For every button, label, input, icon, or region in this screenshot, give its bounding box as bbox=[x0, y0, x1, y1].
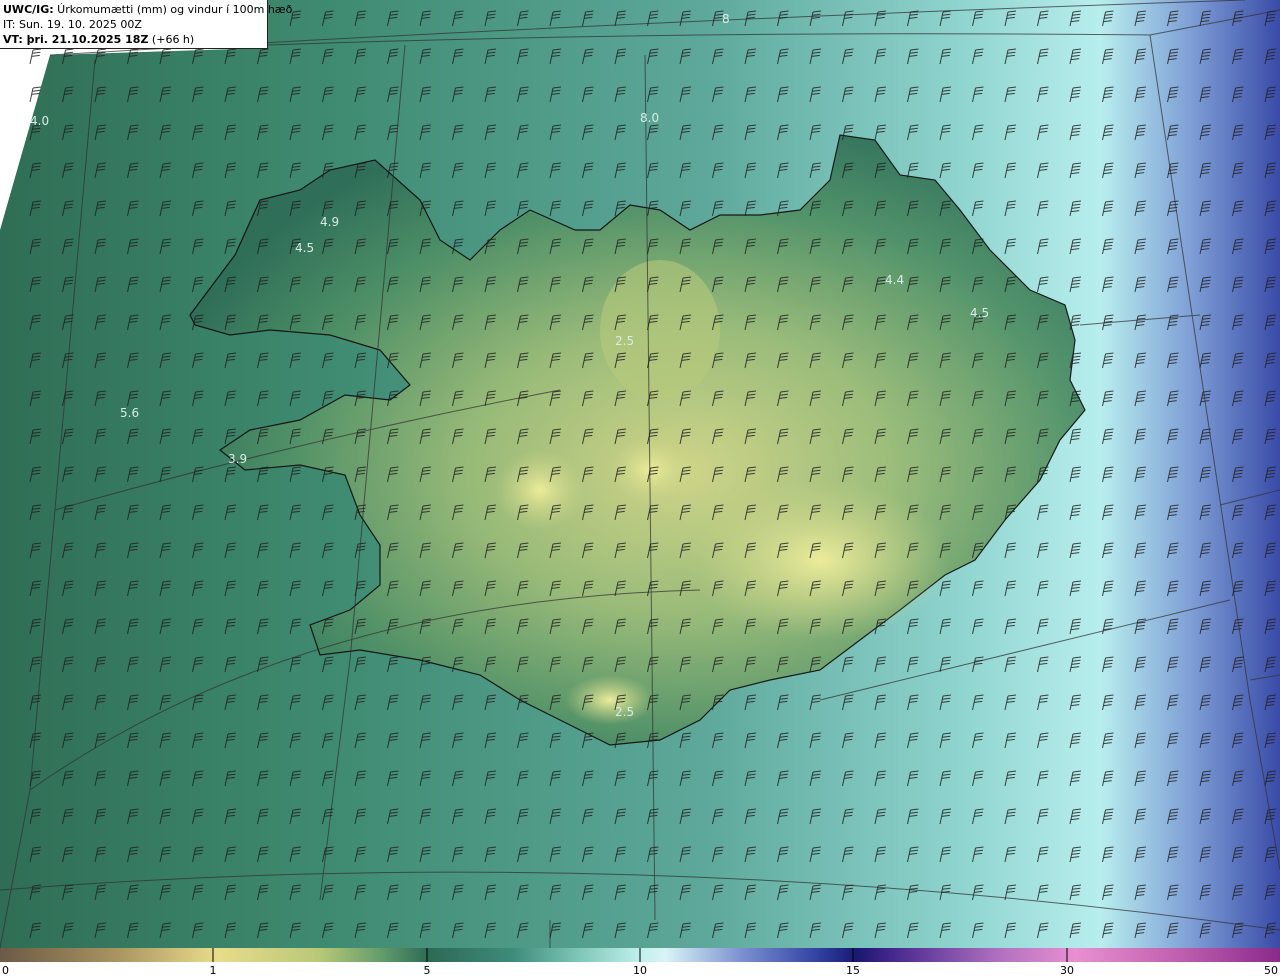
map-title: Úrkomumætti (mm) og vindur í 100m hæð bbox=[53, 3, 293, 16]
myrdalsjokull-glacier bbox=[565, 675, 655, 725]
valid-time: VT: þri. 21.10.2025 18Z bbox=[3, 33, 149, 46]
map-label: 8 bbox=[722, 12, 730, 26]
colorbar-ticks: 0 1 5 10 15 30 50 bbox=[0, 962, 1280, 978]
map-label: 4.5 bbox=[970, 306, 989, 320]
valid-time-line: VT: þri. 21.10.2025 18Z (+66 h) bbox=[3, 32, 264, 47]
map-label: 4.0 bbox=[30, 114, 49, 128]
map-label: 2.5 bbox=[615, 705, 634, 719]
map-label: 3.9 bbox=[228, 452, 247, 466]
map-label: 5.6 bbox=[120, 406, 139, 420]
map-label: 4.4 bbox=[885, 273, 904, 287]
precipitation-map: 4.0 8.0 4.5 4.9 5.6 3.9 2.5 4.4 4.5 2.5 … bbox=[0, 0, 1280, 948]
model-label: UWC/IG: bbox=[3, 3, 54, 16]
map-label: 8.0 bbox=[640, 111, 659, 125]
colorbar-tick: 0 bbox=[2, 964, 9, 977]
map-title-line: UWC/IG: Úrkomumætti (mm) og vindur í 100… bbox=[3, 2, 292, 17]
colorbar-tick: 5 bbox=[423, 964, 431, 977]
langjokull-glacier bbox=[495, 450, 585, 530]
lead-time: (+66 h) bbox=[148, 33, 195, 46]
colorbar-tick: 10 bbox=[633, 964, 647, 977]
map-label: 4.9 bbox=[320, 215, 339, 229]
colorbar-tick: 15 bbox=[846, 964, 860, 977]
init-time: IT: Sun. 19. 10. 2025 00Z bbox=[3, 18, 142, 31]
map-label: 2.5 bbox=[615, 334, 634, 348]
colorbar-tick: 50 bbox=[1264, 964, 1278, 977]
colorbar bbox=[0, 948, 1280, 962]
vatnajokull-glacier bbox=[690, 480, 950, 640]
map-info-box: UWC/IG: Úrkomumætti (mm) og vindur í 100… bbox=[0, 0, 292, 49]
colorbar-tick: 30 bbox=[1060, 964, 1074, 977]
colorbar-tick: 1 bbox=[209, 964, 217, 977]
map-label: 4.5 bbox=[295, 241, 314, 255]
